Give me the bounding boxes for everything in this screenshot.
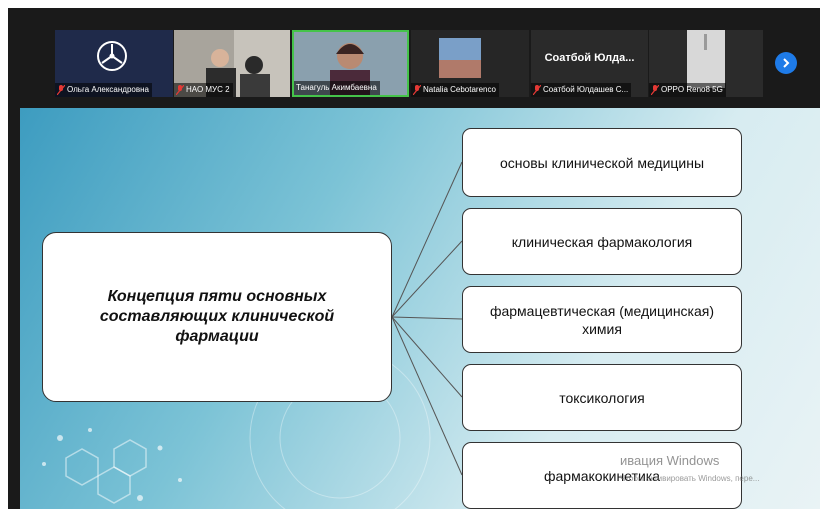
component-label: токсикология [559, 389, 645, 406]
mic-muted-icon [57, 85, 65, 95]
shared-screen-slide: Концепция пяти основных составляющих кли… [20, 108, 820, 509]
participant-name-label: Natalia Cebotarenco [411, 83, 499, 97]
participant-strip: Ольга Александровна НАО МУС 2 Танагуль А… [8, 8, 820, 100]
participant-name-label: Танагуль Акимбаевна [294, 81, 380, 95]
mic-muted-icon [651, 85, 659, 95]
participant-name: Ольга Александровна [67, 85, 149, 94]
participant-name-label: НАО МУС 2 [174, 83, 233, 97]
component-label: фармацевтическая (медицинская) химия [489, 302, 715, 337]
windows-activation-watermark: ивация Windows [620, 453, 720, 468]
avatar-logo-icon [97, 41, 127, 71]
next-participants-button[interactable] [775, 52, 797, 74]
component-box: фармацевтическая (медицинская) химия [462, 286, 742, 353]
concept-box: Концепция пяти основных составляющих кли… [42, 232, 392, 402]
participant-name: Танагуль Акимбаевна [296, 83, 377, 92]
concept-title: Концепция пяти основных составляющих кли… [99, 288, 335, 345]
mic-muted-icon [413, 85, 421, 95]
participant-tile[interactable]: НАО МУС 2 [174, 30, 290, 97]
windows-activation-hint: Чтобы активировать Windows, пере... [620, 474, 760, 483]
component-box: основы клинической медицины [462, 128, 742, 197]
participant-tile[interactable]: Соатбой Юлда... Соатбой Юлдашев С... [531, 30, 648, 97]
participant-display-name: Соатбой Юлда... [544, 52, 635, 64]
component-box: токсикология [462, 364, 742, 431]
mic-muted-icon [533, 85, 541, 95]
participant-tile[interactable]: Ольга Александровна [55, 30, 173, 97]
video-conference-window: Ольга Александровна НАО МУС 2 Танагуль А… [8, 8, 820, 509]
chevron-right-icon [783, 58, 790, 68]
participant-name-label: Соатбой Юлдашев С... [531, 83, 632, 97]
mic-muted-icon [176, 85, 184, 95]
participant-tile[interactable]: OPPO Reno8 5G [649, 30, 763, 97]
participant-tile-active-speaker[interactable]: Танагуль Акимбаевна [292, 30, 409, 97]
participant-name-label: OPPO Reno8 5G [649, 83, 726, 97]
participant-name: НАО МУС 2 [186, 85, 230, 94]
component-label: основы клинической медицины [499, 154, 705, 171]
participant-name: Natalia Cebotarenco [423, 85, 496, 94]
participant-name: OPPO Reno8 5G [661, 85, 723, 94]
participant-tile[interactable]: Natalia Cebotarenco [411, 30, 529, 97]
participant-name-label: Ольга Александровна [55, 83, 152, 97]
participant-name: Соатбой Юлдашев С... [543, 85, 629, 94]
component-label: клиническая фармакология [511, 233, 693, 250]
component-box: клиническая фармакология [462, 208, 742, 275]
